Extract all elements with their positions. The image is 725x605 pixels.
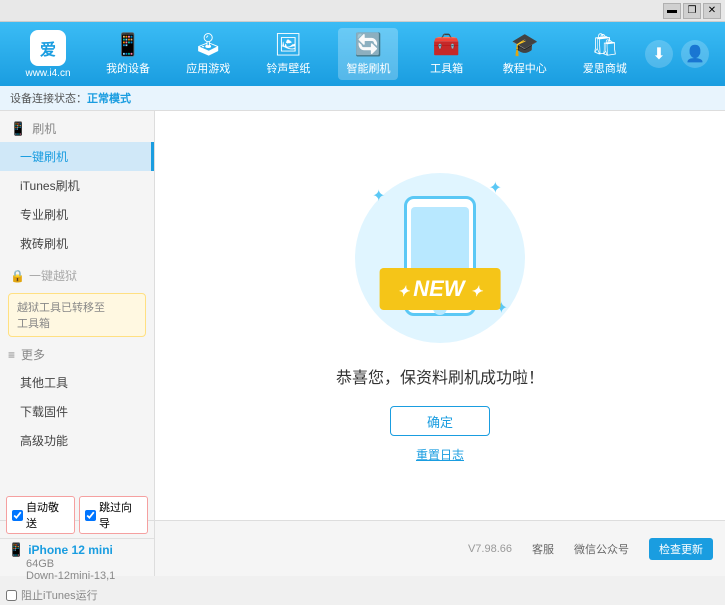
- device-phone-icon: 📱: [8, 542, 24, 558]
- nav-store-label: 爱思商城: [583, 60, 627, 76]
- customer-service-link[interactable]: 客服: [532, 541, 554, 557]
- store-icon: 🛍: [591, 32, 619, 58]
- logo-icon: 爱: [30, 30, 66, 66]
- itunes-flash-label: iTunes刷机: [20, 179, 80, 193]
- sidebar-jailbreak-header: 🔒 一键越狱: [0, 262, 154, 289]
- nav-items: 📱 我的设备 🕹 应用游戏 🖼 铃声壁纸 🔄 智能刷机 🧰 工具箱 🎓 教程中心…: [88, 22, 645, 86]
- sidebar-section-flash-header: 📱 刷机: [0, 115, 154, 142]
- nav-right: ⬇ 👤: [645, 40, 717, 68]
- bottom-right: V7.98.66 客服 微信公众号 检查更新: [155, 521, 725, 576]
- skip-wizard-label: 跳过向导: [99, 499, 142, 531]
- jailbreak-label: 一键越狱: [29, 267, 77, 284]
- skip-wizard-input[interactable]: [85, 510, 96, 521]
- jailbreak-notice: 越狱工具已转移至工具箱: [8, 293, 146, 337]
- download-btn[interactable]: ⬇: [645, 40, 673, 68]
- wechat-link[interactable]: 微信公众号: [574, 541, 629, 557]
- nav-tutorial-label: 教程中心: [503, 60, 547, 76]
- logo[interactable]: 爱 www.i4.cn: [8, 30, 88, 79]
- bottom-left: 自动敬送 跳过向导 📱 iPhone 12 mini 64GB Down-12m…: [0, 521, 155, 576]
- new-banner: NEW: [380, 268, 501, 310]
- device-icon: 📱: [114, 32, 141, 58]
- nav-apps-games[interactable]: 🕹 应用游戏: [178, 28, 238, 80]
- nav-my-device-label: 我的设备: [106, 60, 150, 76]
- one-click-flash-label: 一键刷机: [20, 150, 68, 164]
- more-icon: ≡: [8, 348, 15, 362]
- status-label: 设备连接状态：: [10, 90, 87, 106]
- itunes-label: 阻止iTunes运行: [21, 587, 98, 603]
- nav-wallpaper-label: 铃声壁纸: [266, 60, 310, 76]
- main-area: 📱 刷机 一键刷机 iTunes刷机 专业刷机 救砖刷机 🔒 一键越狱: [0, 111, 725, 520]
- user-btn[interactable]: 👤: [681, 40, 709, 68]
- success-message: 恭喜您，保资料刷机成功啦！: [336, 364, 544, 388]
- device-name-row: 📱 iPhone 12 mini: [8, 542, 146, 558]
- rebuild-link[interactable]: 重置日志: [416, 446, 464, 463]
- lock-icon: 🔒: [10, 269, 25, 283]
- status-bar: 设备连接状态： 正常模式: [0, 86, 725, 111]
- apps-icon: 🕹: [194, 32, 222, 58]
- title-bar: ▬ ❐ ✕: [0, 0, 725, 22]
- check-update-btn[interactable]: 检查更新: [649, 538, 713, 560]
- sidebar-item-one-click-flash[interactable]: 一键刷机: [0, 142, 154, 171]
- status-value: 正常模式: [87, 90, 131, 106]
- other-tools-label: 其他工具: [20, 376, 68, 390]
- maximize-btn[interactable]: ❐: [683, 3, 701, 19]
- device-storage: 64GB: [8, 558, 146, 570]
- device-model: Down-12mini-13,1: [8, 570, 146, 582]
- itunes-checkbox[interactable]: [6, 590, 17, 601]
- nav-tutorial[interactable]: 🎓 教程中心: [495, 28, 555, 80]
- sidebar-flash-label: 刷机: [32, 120, 56, 137]
- more-label: 更多: [21, 346, 45, 363]
- advanced-label: 高级功能: [20, 434, 68, 448]
- sidebar-section-more: ≡ 更多 其他工具 下载固件 高级功能: [0, 341, 154, 455]
- download-firmware-label: 下载固件: [20, 405, 68, 419]
- sidebar-item-itunes-flash[interactable]: iTunes刷机: [0, 171, 154, 200]
- close-btn[interactable]: ✕: [703, 3, 721, 19]
- sidebar-section-jailbreak: 🔒 一键越狱 越狱工具已转移至工具箱: [0, 262, 154, 337]
- bottom-bar: 自动敬送 跳过向导 📱 iPhone 12 mini 64GB Down-12m…: [0, 520, 725, 576]
- header: 爱 www.i4.cn 📱 我的设备 🕹 应用游戏 🖼 铃声壁纸 🔄 智能刷机 …: [0, 22, 725, 86]
- nav-apps-label: 应用游戏: [186, 60, 230, 76]
- sidebar-item-advanced[interactable]: 高级功能: [0, 426, 154, 455]
- device-info: 📱 iPhone 12 mini 64GB Down-12mini-13,1: [0, 539, 154, 585]
- device-name: iPhone 12 mini: [28, 543, 113, 557]
- sidebar-section-flash: 📱 刷机 一键刷机 iTunes刷机 专业刷机 救砖刷机: [0, 115, 154, 258]
- notice-text: 越狱工具已转移至工具箱: [17, 302, 105, 330]
- itunes-row: 阻止iTunes运行: [0, 585, 154, 605]
- sidebar-item-restore-flash[interactable]: 救砖刷机: [0, 229, 154, 258]
- content-area: ✦ ✦ ✦ NEW 恭喜您，保资料刷机成功啦！ 确定 重置日志: [155, 111, 725, 520]
- nav-toolbox[interactable]: 🧰 工具箱: [419, 28, 475, 80]
- sidebar-more-header: ≡ 更多: [0, 341, 154, 368]
- auto-download-label: 自动敬送: [26, 499, 69, 531]
- nav-store[interactable]: 🛍 爱思商城: [575, 28, 635, 80]
- success-illustration: ✦ ✦ ✦ NEW: [350, 168, 530, 348]
- sidebar: 📱 刷机 一键刷机 iTunes刷机 专业刷机 救砖刷机 🔒 一键越狱: [0, 111, 155, 520]
- version-text: V7.98.66: [468, 543, 512, 555]
- sparkle-1: ✦: [372, 186, 385, 206]
- skip-wizard-checkbox[interactable]: 跳过向导: [79, 496, 148, 534]
- logo-url: www.i4.cn: [25, 68, 70, 79]
- tutorial-icon: 🎓: [511, 32, 538, 58]
- new-text: NEW: [413, 276, 464, 301]
- nav-my-device[interactable]: 📱 我的设备: [98, 28, 158, 80]
- minimize-btn[interactable]: ▬: [663, 3, 681, 19]
- confirm-button[interactable]: 确定: [390, 406, 490, 436]
- nav-wallpaper[interactable]: 🖼 铃声壁纸: [258, 28, 318, 80]
- nav-smart-flash[interactable]: 🔄 智能刷机: [338, 28, 398, 80]
- flash-section-icon: 📱: [10, 121, 26, 137]
- sparkle-2: ✦: [489, 178, 502, 198]
- auto-download-input[interactable]: [12, 510, 23, 521]
- checkbox-row: 自动敬送 跳过向导: [0, 492, 154, 539]
- nav-toolbox-label: 工具箱: [430, 60, 463, 76]
- toolbox-icon: 🧰: [433, 32, 460, 58]
- auto-download-checkbox[interactable]: 自动敬送: [6, 496, 75, 534]
- sidebar-item-pro-flash[interactable]: 专业刷机: [0, 200, 154, 229]
- restore-flash-label: 救砖刷机: [20, 237, 68, 251]
- sidebar-item-download-firmware[interactable]: 下载固件: [0, 397, 154, 426]
- sidebar-item-other-tools[interactable]: 其他工具: [0, 368, 154, 397]
- flash-icon: 🔄: [355, 32, 382, 58]
- pro-flash-label: 专业刷机: [20, 208, 68, 222]
- wallpaper-icon: 🖼: [274, 32, 302, 58]
- nav-flash-label: 智能刷机: [346, 60, 390, 76]
